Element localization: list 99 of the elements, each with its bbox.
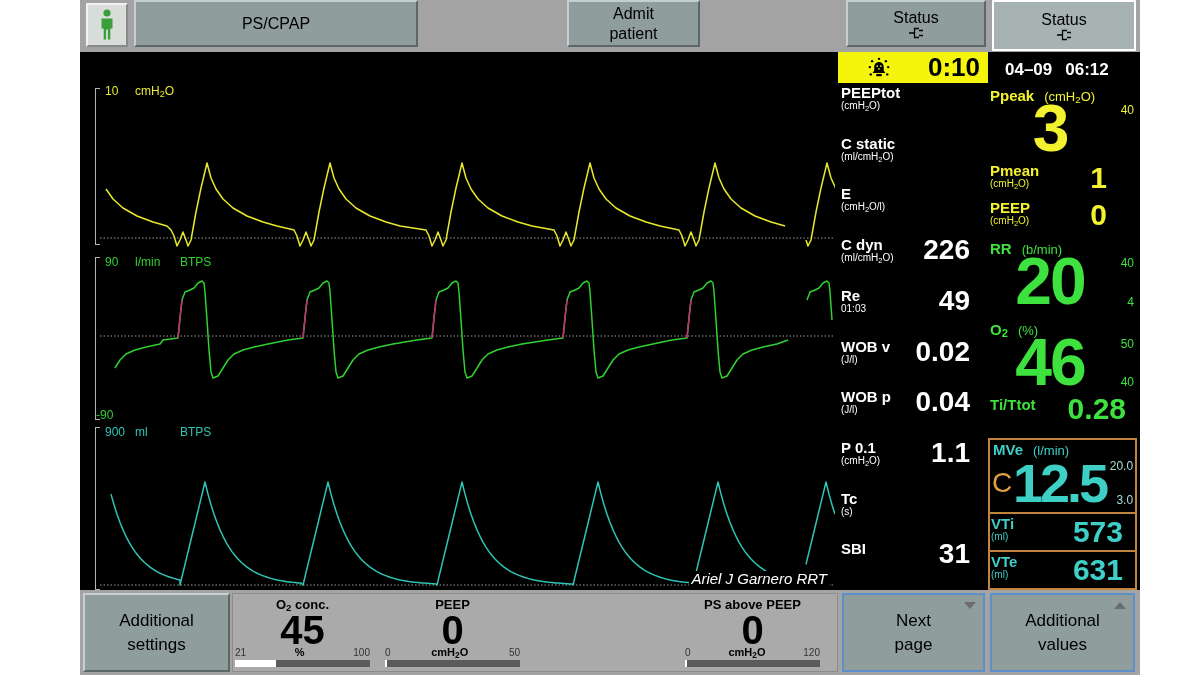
parameter-label: C dyn xyxy=(841,237,884,253)
scale-label: 90 xyxy=(105,256,120,268)
parameter-value: 31 xyxy=(938,543,970,566)
plug-icon xyxy=(909,27,923,40)
settings-button[interactable]: Additional settings xyxy=(83,593,230,672)
alarm-bell-icon xyxy=(868,56,890,79)
setting-unit: % xyxy=(294,647,305,659)
condition-label: BTPS xyxy=(180,256,212,268)
value-label: Pmean xyxy=(990,162,1040,178)
range-min: 0 xyxy=(385,648,391,659)
alarm-limit: 40 xyxy=(1119,376,1134,389)
scale-label: 900 xyxy=(105,426,127,438)
range-min: 0 xyxy=(685,648,691,659)
person-button[interactable] xyxy=(86,3,128,47)
unit-label: (b/min) xyxy=(1021,242,1063,256)
unit-label: (cmH$_{2}$O) xyxy=(1044,90,1096,103)
measured-value: 573 xyxy=(1072,520,1124,544)
value-label: VTi xyxy=(991,516,1015,531)
unit-label: (l/min) xyxy=(1033,444,1070,457)
range-max: 100 xyxy=(353,648,370,659)
unit-label: (ml) xyxy=(991,531,1010,543)
unit-label: (cmH$_{2}$O/l) xyxy=(841,201,886,213)
value-label: O$_{2}$ xyxy=(990,321,1008,337)
parameter-label: WOB v xyxy=(841,338,891,354)
parameter-value: 226 xyxy=(923,239,970,262)
condition-label: BTPS xyxy=(180,426,212,438)
value-label: VTe xyxy=(991,554,1018,569)
parameter-value: 49 xyxy=(938,289,970,313)
parameter-label: SBI xyxy=(841,541,866,557)
setting-unit: cmH$_{2}$O xyxy=(431,647,469,659)
setting-value: 0 xyxy=(441,614,464,647)
value-label: Ti/Ttot xyxy=(990,397,1036,413)
scale-label: -90 xyxy=(96,409,115,421)
caret-up-icon xyxy=(1114,602,1126,609)
slider-track[interactable] xyxy=(235,660,370,668)
credit-text: Ariel J Garnero RRT xyxy=(689,570,829,587)
measured-value: 0 xyxy=(1090,202,1108,227)
unit-label: (cmH$_{2}$O) xyxy=(990,177,1031,190)
caret-down-icon xyxy=(964,602,976,609)
setting-value: 0 xyxy=(741,614,764,647)
unit-label: l/min xyxy=(135,256,162,268)
page-button[interactable]: Additional values xyxy=(990,593,1135,672)
slider-track[interactable] xyxy=(385,660,520,668)
setting-value: 45 xyxy=(280,614,325,647)
measured-value: 0.28 xyxy=(1067,397,1127,422)
alarm-limit: 40 xyxy=(1119,104,1134,116)
unit-label: (J/l) xyxy=(841,404,859,416)
indicator-label: C xyxy=(991,471,1013,495)
time-text: 06:12 xyxy=(1065,61,1109,81)
unit-label: (J/l) xyxy=(841,353,859,365)
alarm-limit: 40 xyxy=(1119,256,1134,269)
parameter-label: PEEPtot xyxy=(841,85,901,100)
person-icon xyxy=(99,9,115,41)
unit-label: (cmH$_{2}$O) xyxy=(841,454,881,467)
mode-button[interactable]: PS/CPAP xyxy=(134,0,418,47)
value-label: MVe xyxy=(993,442,1023,457)
unit-label: ml xyxy=(135,426,149,438)
status-button[interactable]: Status xyxy=(992,0,1136,51)
parameter-label: E xyxy=(841,186,851,202)
parameter-value: 1.1 xyxy=(931,441,970,465)
parameter-value: 0.02 xyxy=(915,340,970,363)
parameter-label: Re xyxy=(841,287,862,303)
page-button[interactable]: Next page xyxy=(842,593,985,672)
alarm-timer: 0:10 xyxy=(927,57,980,78)
unit-label: (cmH$_{2}$O) xyxy=(990,214,1031,227)
alarm-limit: 20.0 xyxy=(1108,460,1134,472)
unit-label: (ml) xyxy=(991,569,1010,581)
setting-label: O$_{2}$ conc. xyxy=(274,598,331,613)
range-max: 120 xyxy=(803,648,820,659)
parameter-label: P 0.1 xyxy=(841,439,877,455)
parameter-label: C static xyxy=(841,135,896,151)
unit-label: (ml/cmH$_{2}$O) xyxy=(841,150,895,163)
range-max: 50 xyxy=(508,648,520,659)
slider-track[interactable] xyxy=(685,660,820,668)
parameter-value: 0.04 xyxy=(915,391,970,414)
measured-value: 631 xyxy=(1072,558,1124,582)
setting-unit: cmH$_{2}$O xyxy=(728,647,766,659)
unit-label: (s) xyxy=(841,505,854,518)
alarm-limit: 50 xyxy=(1119,337,1134,350)
alarm-limit: 3.0 xyxy=(1115,494,1134,506)
parameter-label: WOB p xyxy=(841,389,891,405)
unit-label: 01:03 xyxy=(841,302,867,315)
scale-label: 10 xyxy=(105,85,120,97)
setting-label: PEEP xyxy=(434,598,471,613)
parameter-label: Tc xyxy=(841,490,858,506)
measured-value: 1 xyxy=(1090,165,1108,190)
value-label: RR xyxy=(990,240,1012,256)
unit-label: (cmH$_{2}$O) xyxy=(841,100,882,112)
date-text: 04–09 xyxy=(1005,61,1053,81)
unit-label: cmH$_{2}$O xyxy=(135,85,176,97)
value-label: Ppeak xyxy=(990,88,1035,103)
status-button[interactable]: Status xyxy=(846,0,986,47)
plug-icon xyxy=(1057,29,1071,42)
alarm-limit: 4 xyxy=(1126,295,1134,308)
range-min: 21 xyxy=(235,648,247,659)
measured-value: 12.5 xyxy=(1013,461,1107,505)
value-label: PEEP xyxy=(990,199,1031,215)
action-button[interactable]: Admit patient xyxy=(567,0,700,47)
setting-label: PS above PEEP xyxy=(703,598,802,613)
